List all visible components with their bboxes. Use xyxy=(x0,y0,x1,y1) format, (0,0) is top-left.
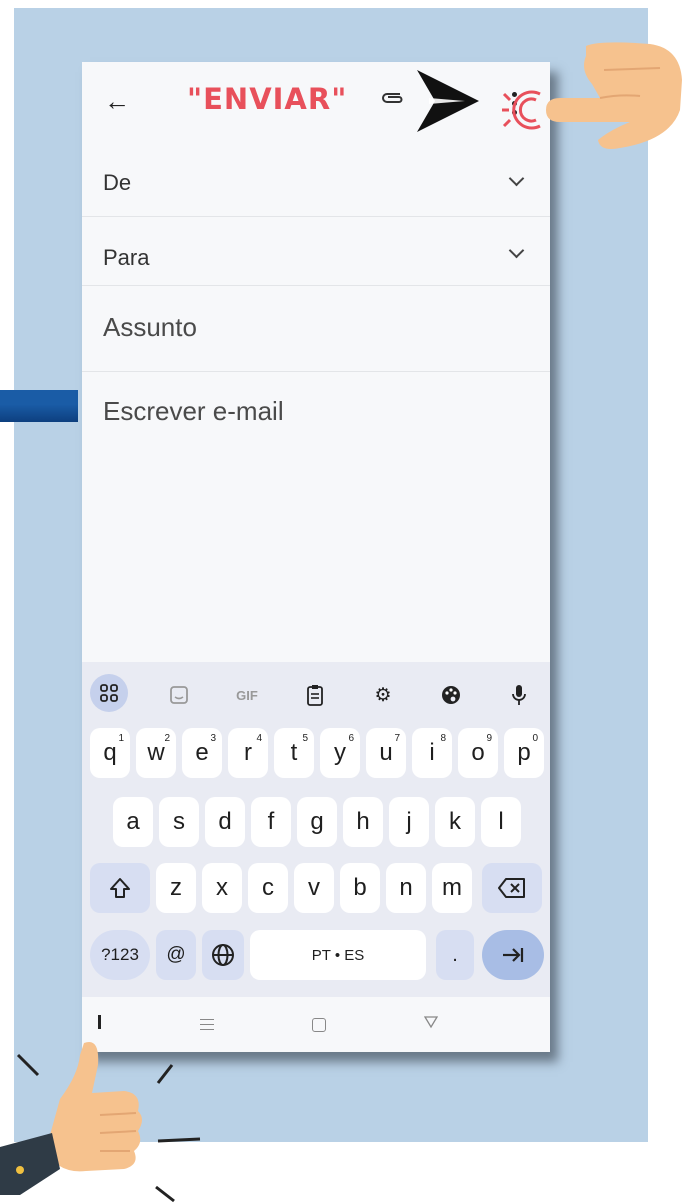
key-number: 1 xyxy=(118,733,124,744)
key-label: e xyxy=(195,739,209,766)
key-e[interactable]: e3 xyxy=(182,728,222,778)
paperclip-icon[interactable] xyxy=(380,90,406,106)
send-arrow-icon xyxy=(417,70,479,132)
pointing-hand-icon xyxy=(546,42,682,149)
key-n[interactable]: n xyxy=(386,863,426,913)
to-label: Para xyxy=(103,245,150,270)
key-d[interactable]: d xyxy=(205,797,245,847)
key-f[interactable]: f xyxy=(251,797,291,847)
key-number: 7 xyxy=(394,733,400,744)
key-label: q xyxy=(103,739,117,766)
thumbs-up-icon xyxy=(0,1041,201,1203)
phone-screen: ← "ENVIAR" De Para Assunto Escrever e-ma… xyxy=(82,62,550,1052)
key-s[interactable]: s xyxy=(159,797,199,847)
key-number: 8 xyxy=(440,733,446,744)
space-key[interactable]: PT • ES xyxy=(250,930,426,980)
key-number: 5 xyxy=(302,733,308,744)
blue-accent-bar xyxy=(0,390,78,422)
body-input: Escrever e-mail xyxy=(103,396,284,426)
apps-icon[interactable] xyxy=(90,674,128,712)
key-z[interactable]: z xyxy=(156,863,196,913)
key-number: 3 xyxy=(210,733,216,744)
key-y[interactable]: y6 xyxy=(320,728,360,778)
palette-icon[interactable] xyxy=(434,678,468,712)
home-icon[interactable] xyxy=(312,1018,326,1032)
key-label: y xyxy=(334,739,346,766)
key-label: p xyxy=(517,739,531,766)
enviar-label: "ENVIAR" xyxy=(187,82,348,116)
keyboard: GIF ⚙ ?123 @ PT • ES . q1w2e3r4t5y6u7i8o… xyxy=(82,662,550,997)
key-k[interactable]: k xyxy=(435,797,475,847)
key-label: r xyxy=(244,739,252,766)
recent-apps-icon[interactable] xyxy=(200,1019,214,1030)
to-field[interactable]: Para xyxy=(82,217,550,286)
globe-icon[interactable] xyxy=(202,930,244,980)
key-b[interactable]: b xyxy=(340,863,380,913)
sticker-icon[interactable] xyxy=(162,678,196,712)
key-number: 9 xyxy=(486,733,492,744)
shift-key[interactable] xyxy=(90,863,150,913)
key-label: w xyxy=(147,739,165,766)
key-label: t xyxy=(290,739,298,766)
gif-button[interactable]: GIF xyxy=(230,678,264,712)
key-q[interactable]: q1 xyxy=(90,728,130,778)
subject-field[interactable]: Assunto xyxy=(82,286,550,372)
key-label: o xyxy=(471,739,485,766)
backspace-key[interactable] xyxy=(482,863,542,913)
key-r[interactable]: r4 xyxy=(228,728,268,778)
at-key[interactable]: @ xyxy=(156,930,196,980)
chevron-down-icon[interactable] xyxy=(508,170,525,187)
subject-input: Assunto xyxy=(103,312,197,342)
period-key[interactable]: . xyxy=(436,930,474,980)
clipboard-icon[interactable] xyxy=(298,678,332,712)
key-t[interactable]: t5 xyxy=(274,728,314,778)
key-number: 4 xyxy=(256,733,262,744)
from-field[interactable]: De xyxy=(82,144,550,217)
key-v[interactable]: v xyxy=(294,863,334,913)
from-label: De xyxy=(103,170,132,195)
enter-key[interactable] xyxy=(482,930,544,980)
key-i[interactable]: i8 xyxy=(412,728,452,778)
chevron-down-icon[interactable] xyxy=(508,242,525,259)
key-number: 6 xyxy=(348,733,354,744)
back-triangle-icon[interactable] xyxy=(424,1015,438,1029)
key-o[interactable]: o9 xyxy=(458,728,498,778)
settings-icon[interactable]: ⚙ xyxy=(366,678,400,712)
back-arrow-icon[interactable]: ← xyxy=(104,86,130,116)
key-l[interactable]: l xyxy=(481,797,521,847)
key-a[interactable]: a xyxy=(113,797,153,847)
key-x[interactable]: x xyxy=(202,863,242,913)
key-w[interactable]: w2 xyxy=(136,728,176,778)
key-c[interactable]: c xyxy=(248,863,288,913)
key-label: u xyxy=(379,739,393,766)
body-field[interactable]: Escrever e-mail xyxy=(82,372,550,662)
key-label: i xyxy=(429,739,435,766)
key-m[interactable]: m xyxy=(432,863,472,913)
key-j[interactable]: j xyxy=(389,797,429,847)
keyboard-hide-handle[interactable] xyxy=(98,1015,101,1029)
key-h[interactable]: h xyxy=(343,797,383,847)
key-number: 0 xyxy=(532,733,538,744)
key-g[interactable]: g xyxy=(297,797,337,847)
key-u[interactable]: u7 xyxy=(366,728,406,778)
mic-icon[interactable] xyxy=(502,678,536,712)
key-p[interactable]: p0 xyxy=(504,728,544,778)
symbols-key[interactable]: ?123 xyxy=(90,930,150,980)
key-number: 2 xyxy=(164,733,170,744)
